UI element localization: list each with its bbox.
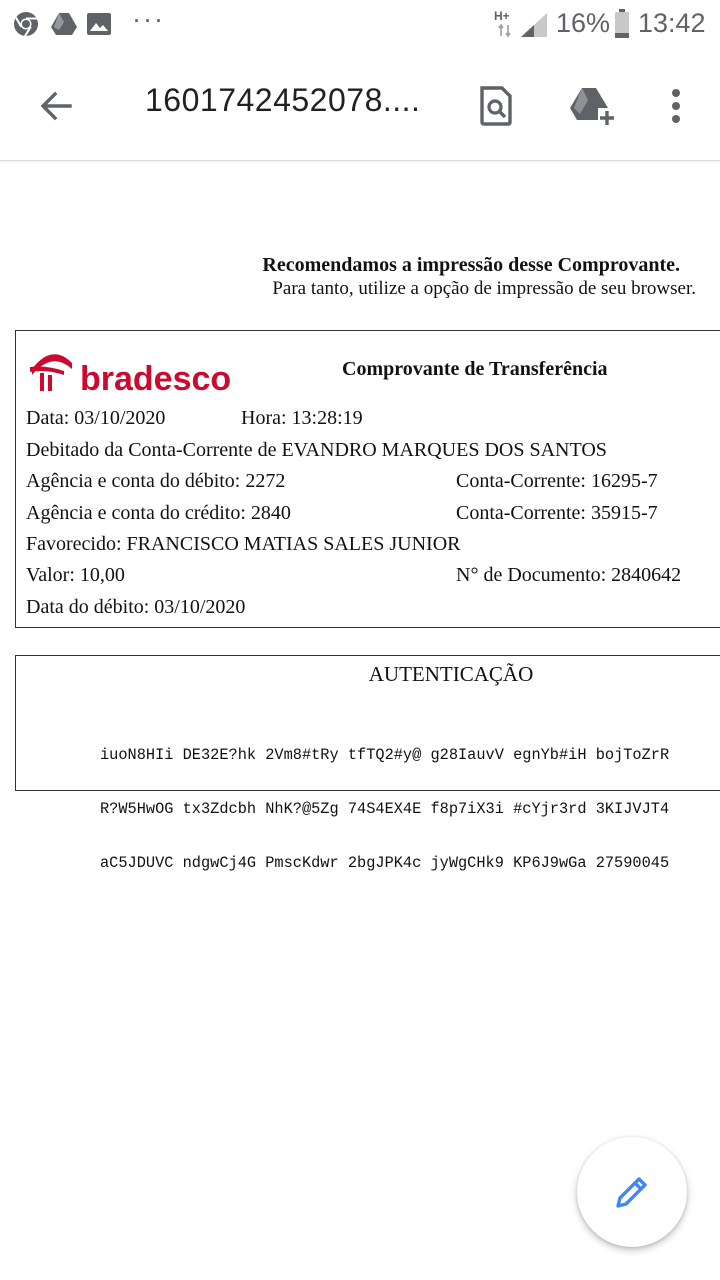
date-line: Data: 03/10/2020 xyxy=(26,407,166,429)
file-title: 1601742452078.... xyxy=(145,82,421,118)
authentication-codes: iuoN8HIi DE32E?hk 2Vm8#tRy tfTQ2#y@ g28I… xyxy=(100,710,669,908)
image-icon xyxy=(87,13,111,35)
valor-line: Valor: 10,00 xyxy=(26,564,125,586)
battery-percent: 16% xyxy=(556,8,611,38)
status-bar: ··· H+ 16% 13:42 xyxy=(0,0,720,50)
battery-icon xyxy=(615,9,629,38)
authentication-title: AUTENTICAÇÃO xyxy=(368,662,534,686)
auth-code-line: R?W5HwOG tx3Zdcbh NhK?@5Zg 74S4EX4E f8p7… xyxy=(100,800,670,818)
debitado-line: Debitado da Conta-Corrente de EVANDRO MA… xyxy=(26,439,607,461)
data-arrows-icon xyxy=(498,24,511,38)
more-notifications-indicator: ··· xyxy=(132,4,165,34)
data-debito-line: Data do débito: 03/10/2020 xyxy=(26,596,246,618)
add-to-drive-button[interactable] xyxy=(564,78,620,134)
agencia-debito-line: Agência e conta do débito: 2272 xyxy=(26,470,286,492)
documento-line: N° de Documento: 2840642 xyxy=(456,564,682,586)
recommend-title: Recomendamos a impressão desse Comprovan… xyxy=(262,254,680,276)
svg-text:bradesco: bradesco xyxy=(80,360,231,397)
auth-code-line: iuoN8HIi DE32E?hk 2Vm8#tRy tfTQ2#y@ g28I… xyxy=(100,746,670,764)
more-vert-icon xyxy=(672,89,680,123)
edit-fab-button[interactable] xyxy=(577,1137,687,1247)
app-bar: 1601742452078.... xyxy=(0,50,720,161)
conta-credito-line: Conta-Corrente: 35915-7 xyxy=(456,502,658,524)
favorecido-line: Favorecido: FRANCISCO MATIAS SALES JUNIO… xyxy=(26,533,461,555)
back-arrow-icon xyxy=(40,91,72,121)
edit-pencil-icon xyxy=(616,1177,647,1208)
find-in-page-icon xyxy=(480,86,512,126)
drive-icon xyxy=(51,13,77,35)
bradesco-logo: bradesco xyxy=(26,345,236,402)
receipt-title: Comprovante de Transferência xyxy=(342,358,608,380)
find-in-page-button[interactable] xyxy=(468,78,524,134)
time-line: Hora: 13:28:19 xyxy=(241,407,363,429)
recommend-subtitle: Para tanto, utilize a opção de impressão… xyxy=(272,278,696,299)
auth-code-line: aC5JDUVC ndgwCj4G PmscKdwr 2bgJPK4c jyWg… xyxy=(100,854,670,872)
conta-debito-line: Conta-Corrente: 16295-7 xyxy=(456,470,658,492)
authentication-box: AUTENTICAÇÃO iuoN8HIi DE32E?hk 2Vm8#tRy … xyxy=(15,655,720,872)
agencia-credito-line: Agência e conta do crédito: 2840 xyxy=(26,502,291,524)
signal-icon xyxy=(521,13,547,37)
network-type: H+ xyxy=(494,9,510,23)
more-options-button[interactable] xyxy=(648,78,704,134)
receipt-box: bradesco Comprovante de Transferência Da… xyxy=(15,330,720,628)
clock: 13:42 xyxy=(638,8,706,38)
back-button[interactable] xyxy=(28,78,84,134)
chrome-icon xyxy=(14,12,38,37)
add-to-drive-icon xyxy=(570,88,616,126)
